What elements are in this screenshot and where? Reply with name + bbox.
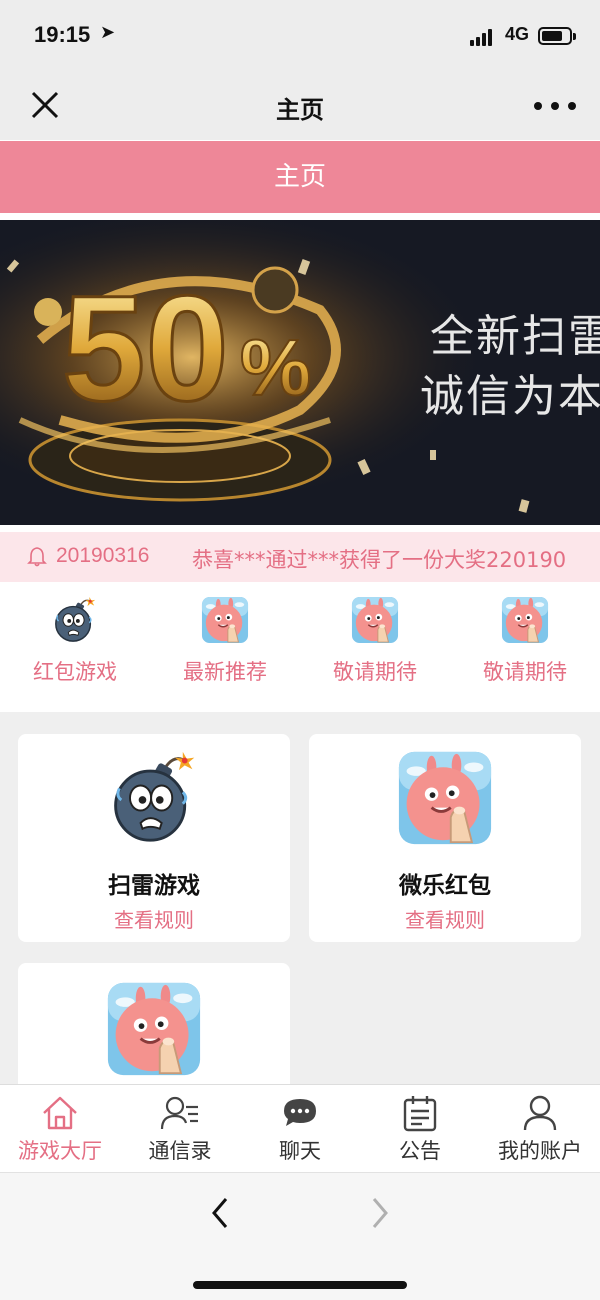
banner-fifty-text: 50 (62, 264, 229, 432)
notice-ticker[interactable]: 20190316 恭喜***通过***获得了一份大奖220190 (0, 532, 600, 582)
tab-game-hall[interactable]: 游戏大厅 (0, 1085, 120, 1173)
back-arrow-icon[interactable] (200, 1193, 240, 1233)
contacts-icon (160, 1096, 198, 1130)
browser-toolbar (0, 1172, 600, 1300)
game-card-weile-red-packet[interactable]: 微乐红包 查看规则 (309, 734, 581, 942)
card-title: 微乐红包 (399, 873, 491, 899)
bomb-icon (51, 596, 99, 644)
quick-item-label: 敬请期待 (483, 660, 567, 684)
nav-bar: 主页 (0, 70, 600, 140)
tab-label: 游戏大厅 (18, 1139, 102, 1163)
quick-item-label: 敬请期待 (333, 660, 417, 684)
status-time: 19:15 (34, 22, 91, 47)
quick-item-red-packet-game[interactable]: 红包游戏 (0, 596, 150, 706)
banner-headline: 全新扫雷 (430, 311, 600, 362)
game-card-minesweeper[interactable]: 扫雷游戏 查看规则 (18, 734, 290, 942)
quick-item-label: 最新推荐 (183, 660, 267, 684)
tab-label: 我的账户 (498, 1139, 582, 1163)
banner-percent-text: % (240, 323, 311, 412)
tab-label: 公告 (399, 1139, 441, 1163)
more-icon[interactable] (530, 92, 580, 120)
card-title: 扫雷游戏 (108, 873, 200, 899)
battery-icon (538, 27, 576, 45)
tab-label: 聊天 (279, 1139, 321, 1163)
quick-item-coming-soon[interactable]: 敬请期待 (450, 596, 600, 706)
page-header: 主页 (0, 141, 600, 213)
bottom-tab-bar: 游戏大厅 通信录 聊天 公告 我的账户 (0, 1084, 600, 1172)
pig-icon (397, 750, 493, 846)
forward-arrow-icon[interactable] (360, 1193, 400, 1233)
notice-board-icon (403, 1096, 437, 1132)
network-label: 4G (505, 24, 530, 44)
chat-icon (284, 1099, 316, 1126)
tab-my-account[interactable]: 我的账户 (480, 1085, 600, 1173)
notice-date: 20190316 (56, 544, 150, 567)
status-bar: 19:15 ➤ 4G (0, 0, 600, 70)
bell-icon (27, 547, 47, 567)
pig-icon (351, 596, 399, 644)
bomb-icon (106, 750, 202, 846)
promo-banner[interactable]: 50 % 全新扫雷 诚信为本 (0, 220, 600, 525)
pig-icon (106, 981, 202, 1077)
game-grid: 扫雷游戏 查看规则 微乐红包 查看规则 (0, 712, 600, 1084)
tab-contacts[interactable]: 通信录 (120, 1085, 240, 1173)
quick-menu: 红包游戏 最新推荐 敬请期待 敬请期待 (0, 584, 600, 712)
quick-item-coming-soon[interactable]: 敬请期待 (300, 596, 450, 706)
banner-subline: 诚信为本 (420, 371, 600, 422)
user-icon (523, 1095, 557, 1131)
location-arrow-icon: ➤ (100, 22, 116, 43)
tab-chat[interactable]: 聊天 (240, 1085, 360, 1173)
nav-title: 主页 (276, 96, 324, 124)
tab-label: 通信录 (148, 1139, 212, 1163)
view-rules-link[interactable]: 查看规则 (18, 904, 290, 933)
pig-icon (501, 596, 549, 644)
home-indicator (193, 1281, 407, 1289)
pig-icon (201, 596, 249, 644)
quick-item-label: 红包游戏 (33, 660, 117, 684)
home-icon (43, 1096, 77, 1130)
signal-icon (470, 28, 496, 46)
tab-announcements[interactable]: 公告 (360, 1085, 480, 1173)
notice-text: 恭喜***通过***获得了一份大奖220190 (192, 548, 567, 572)
game-card[interactable] (18, 963, 290, 1084)
view-rules-link[interactable]: 查看规则 (309, 904, 581, 933)
quick-item-recommended[interactable]: 最新推荐 (150, 596, 300, 706)
